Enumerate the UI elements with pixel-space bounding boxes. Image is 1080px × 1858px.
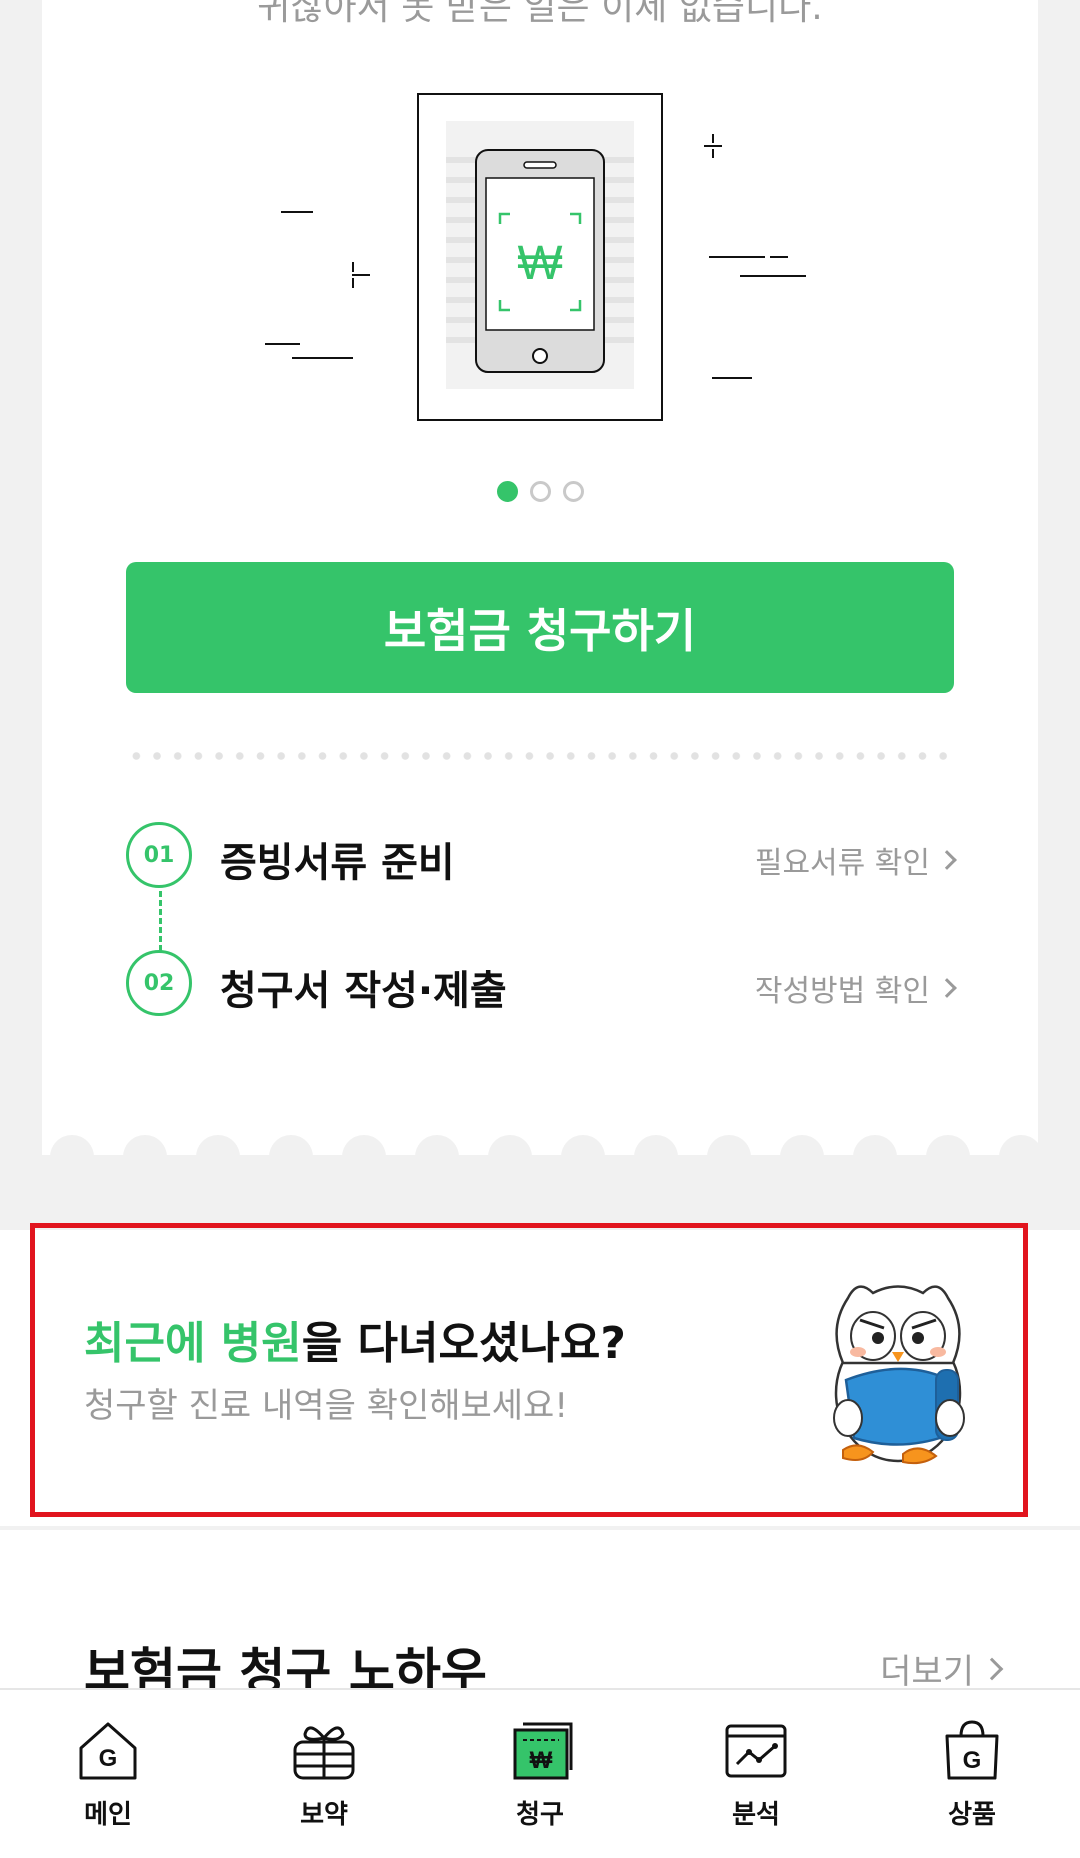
chevron-right-icon bbox=[980, 1657, 1004, 1680]
link-label: 작성방법 확인 bbox=[754, 974, 930, 1009]
phone-scan-illustration: ₩ bbox=[265, 93, 806, 421]
home-g-icon: G bbox=[79, 1722, 137, 1780]
analysis-chart-icon bbox=[725, 1724, 787, 1778]
nav-claim[interactable]: ₩ 청구 bbox=[432, 1690, 648, 1858]
nav-label: 분석 bbox=[732, 1800, 780, 1830]
step-1: 01 증빙서류 준비 필요서류 확인 bbox=[126, 822, 957, 892]
nav-label: 청구 bbox=[516, 1800, 564, 1830]
carousel-dot-1[interactable] bbox=[496, 481, 518, 502]
svg-text:G: G bbox=[99, 1745, 118, 1772]
nav-main[interactable]: G 메인 bbox=[0, 1690, 216, 1858]
nav-label: 상품 bbox=[948, 1800, 996, 1830]
step-title: 증빙서류 준비 bbox=[220, 840, 455, 886]
check-required-docs-link[interactable]: 필요서류 확인 bbox=[754, 838, 957, 882]
step-number-badge: 01 bbox=[126, 822, 192, 888]
see-more-label: 더보기 bbox=[880, 1652, 974, 1692]
svg-text:G: G bbox=[963, 1747, 982, 1774]
claim-won-icon: ₩ bbox=[513, 1722, 573, 1780]
nav-analysis[interactable]: 분석 bbox=[648, 1690, 864, 1858]
carousel-dot-3[interactable] bbox=[562, 481, 584, 502]
carousel-dot-2[interactable] bbox=[529, 481, 551, 502]
card-scalloped-edge bbox=[42, 1135, 1038, 1191]
link-label: 필요서류 확인 bbox=[754, 846, 930, 881]
step-number-badge: 02 bbox=[126, 950, 192, 1016]
gift-icon bbox=[293, 1726, 355, 1780]
dotted-divider bbox=[126, 752, 954, 760]
svg-text:₩: ₩ bbox=[517, 237, 562, 290]
highlight-frame bbox=[30, 1223, 1028, 1517]
nav-boyak[interactable]: 보약 bbox=[216, 1690, 432, 1858]
shopping-bag-g-icon: G bbox=[945, 1720, 999, 1780]
nav-label: 메인 bbox=[84, 1800, 132, 1830]
nav-products[interactable]: G 상품 bbox=[864, 1690, 1080, 1858]
carousel-indicator bbox=[0, 481, 1080, 502]
chevron-right-icon bbox=[937, 978, 957, 998]
check-writing-method-link[interactable]: 작성방법 확인 bbox=[754, 966, 957, 1010]
claim-insurance-button[interactable]: 보험금 청구하기 bbox=[126, 562, 954, 693]
svg-text:₩: ₩ bbox=[530, 1747, 553, 1774]
step-connector bbox=[159, 891, 162, 951]
nav-label: 보약 bbox=[300, 1800, 348, 1830]
step-2: 02 청구서 작성·제출 작성방법 확인 bbox=[126, 950, 957, 1020]
bottom-nav: G 메인 보약 ₩ 청구 분석 G 상품 bbox=[0, 1688, 1080, 1858]
see-more-link[interactable]: 더보기 bbox=[880, 1644, 1004, 1693]
step-title: 청구서 작성·제출 bbox=[220, 968, 507, 1014]
chevron-right-icon bbox=[937, 850, 957, 870]
